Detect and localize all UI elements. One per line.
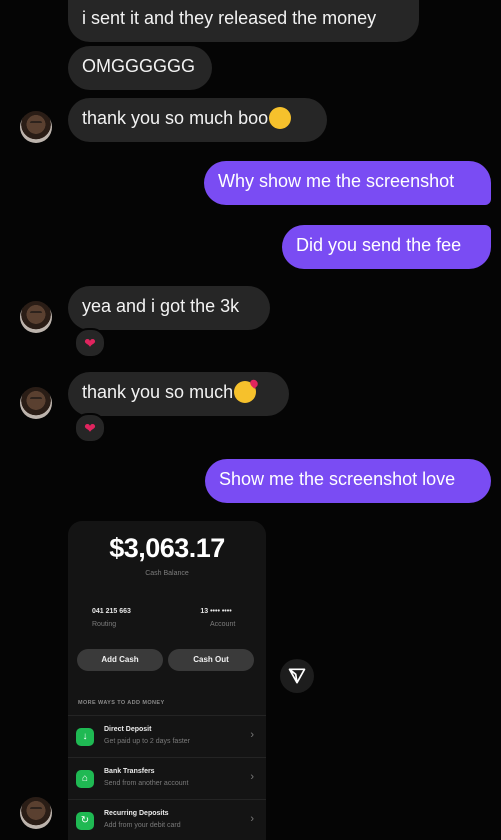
list-item-bank-transfers[interactable]: ⌂ Bank Transfers Send from another accou…	[68, 757, 266, 800]
bank-icon: ⌂	[76, 770, 94, 788]
contact-avatar[interactable]	[20, 797, 52, 829]
chevron-right-icon: ›	[250, 813, 254, 825]
kissing-face-emoji-icon	[234, 381, 257, 403]
contact-avatar[interactable]	[20, 387, 52, 419]
blushing-emoji-icon	[269, 107, 292, 129]
message-incoming[interactable]: thank you so much	[68, 372, 289, 416]
account-number: 13 •••• ••••	[200, 608, 232, 615]
message-outgoing[interactable]: Did you send the fee	[282, 225, 491, 269]
chevron-right-icon: ›	[250, 771, 254, 783]
list-item-subtitle: Send from another account	[104, 780, 189, 787]
add-cash-button[interactable]: Add Cash	[77, 649, 163, 671]
contact-avatar[interactable]	[20, 111, 52, 143]
message-text: i sent it and they released the money	[82, 8, 377, 28]
message-outgoing[interactable]: Why show me the screenshot	[204, 161, 491, 205]
account-label: Account	[210, 621, 236, 628]
message-text: Why show me the screenshot	[218, 171, 455, 191]
shared-screenshot-image[interactable]: $3,063.17 Cash Balance 041 215 663 Routi…	[68, 521, 266, 840]
contact-avatar[interactable]	[20, 301, 52, 333]
heart-reaction-icon[interactable]: ❤	[74, 328, 106, 358]
message-incoming[interactable]: OMGGGGGG	[68, 46, 212, 90]
share-button[interactable]	[280, 659, 314, 693]
message-text: thank you so much	[82, 382, 234, 402]
heart-reaction-icon[interactable]: ❤	[74, 413, 106, 443]
message-text: Did you send the fee	[296, 235, 462, 255]
list-item-recurring-deposits[interactable]: ↻ Recurring Deposits Add from your debit…	[68, 799, 266, 840]
cash-out-button[interactable]: Cash Out	[168, 649, 254, 671]
list-item-subtitle: Add from your debit card	[104, 822, 181, 829]
message-text: Show me the screenshot love	[219, 469, 456, 489]
message-incoming[interactable]: i sent it and they released the money	[68, 0, 419, 42]
list-item-direct-deposit[interactable]: ↓ Direct Deposit Get paid up to 2 days f…	[68, 715, 266, 758]
list-item-subtitle: Get paid up to 2 days faster	[104, 738, 190, 745]
account-info: 13 •••• •••• Account	[194, 608, 238, 628]
message-text: OMGGGGGG	[82, 56, 196, 76]
list-item-title: Recurring Deposits	[104, 810, 169, 817]
list-item-title: Bank Transfers	[104, 768, 155, 775]
routing-label: Routing	[92, 621, 117, 628]
cash-balance-label: Cash Balance	[145, 570, 189, 577]
download-icon: ↓	[76, 728, 94, 746]
more-ways-heading: MORE WAYS TO ADD MONEY	[78, 700, 165, 706]
cash-balance-amount: $3,063.17	[109, 533, 225, 563]
message-text: thank you so much boo	[82, 108, 269, 128]
message-incoming[interactable]: thank you so much boo	[68, 98, 327, 142]
chevron-right-icon: ›	[250, 729, 254, 741]
list-item-title: Direct Deposit	[104, 726, 152, 733]
routing-info: 041 215 663 Routing	[92, 608, 131, 628]
message-outgoing[interactable]: Show me the screenshot love	[205, 459, 491, 503]
message-incoming[interactable]: yea and i got the 3k	[68, 286, 270, 330]
routing-number: 041 215 663	[92, 608, 131, 615]
paper-plane-icon	[288, 668, 306, 684]
message-text: yea and i got the 3k	[82, 296, 240, 316]
repeat-icon: ↻	[76, 812, 94, 830]
